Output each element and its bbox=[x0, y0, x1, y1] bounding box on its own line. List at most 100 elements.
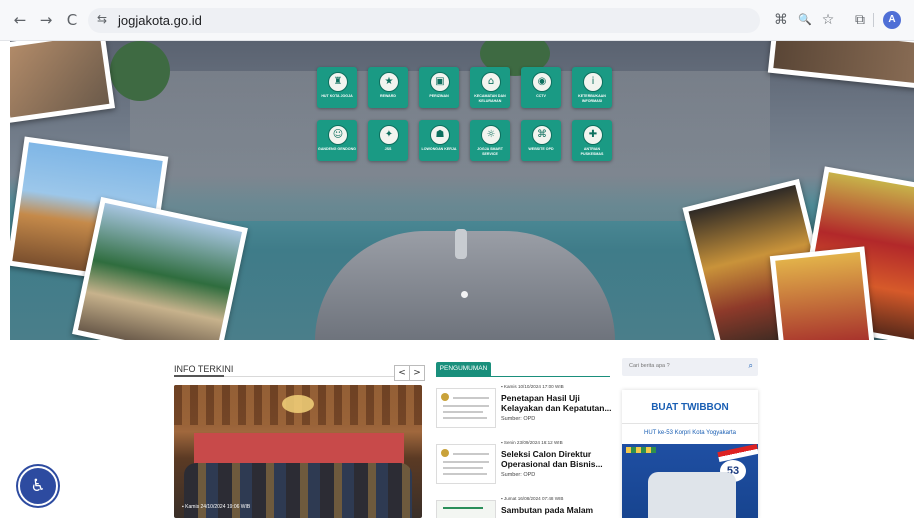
fountain-spout bbox=[455, 229, 467, 259]
announcement-date-text: Jumat 16/08/2024 07:48 WIB bbox=[503, 496, 564, 501]
app-tile-jss[interactable]: ✦ JSS bbox=[368, 120, 408, 161]
announcement-title[interactable]: Seleksi Calon Direktur Operasional dan B… bbox=[501, 449, 613, 469]
permit-icon: ▣ bbox=[430, 72, 450, 92]
search-input[interactable]: Cari berita apa ? bbox=[629, 363, 670, 369]
photo-placeholder bbox=[648, 472, 736, 518]
app-tile-label: KETERBUKAAN INFORMASI bbox=[578, 94, 606, 103]
app-grid: ♜ HUT KOTA JOGJA ★ REWARD ▣ PERIZINAN ⌂ KECA… bbox=[317, 67, 617, 167]
info-icon: i bbox=[583, 72, 603, 92]
twibbon-subtitle: HUT ke-53 Korpri Kota Yogyakarta bbox=[644, 430, 736, 436]
district-icon: ⌂ bbox=[481, 72, 501, 92]
collage-photo bbox=[767, 41, 914, 90]
news-feature-image[interactable]: ▪ Kamis 24/10/2024 19:06 WIB bbox=[174, 385, 422, 518]
photo-banner bbox=[194, 433, 404, 467]
search-icon[interactable]: ⌕ bbox=[749, 361, 753, 371]
thumb-line bbox=[443, 461, 489, 463]
announcement-thumbnail bbox=[436, 500, 496, 518]
tab-underline bbox=[436, 376, 610, 377]
announcement-item[interactable]: ▪ Jumat 16/08/2024 07:48 WIB Sambutan pa… bbox=[436, 496, 611, 518]
twibbon-divider bbox=[622, 423, 758, 424]
app-tile-perizinan[interactable]: ▣ PERIZINAN bbox=[419, 67, 459, 108]
browser-toolbar: ← → C ⇆ jogjakota.go.id ⌘ 🔍 ☆ ⧉ A bbox=[0, 0, 914, 41]
accessibility-button[interactable]: ♿ bbox=[18, 466, 58, 506]
reload-icon[interactable]: C bbox=[61, 9, 83, 31]
forward-icon[interactable]: → bbox=[35, 9, 57, 31]
news-date: ▪ Kamis 24/10/2024 19:06 WIB bbox=[182, 504, 250, 510]
extensions-icon[interactable]: ⧉ bbox=[849, 9, 871, 31]
announcement-date-text: Senin 23/09/2024 16:12 WIB bbox=[503, 440, 563, 445]
app-tile-gandeng-gendong[interactable]: ☺ GANDENG GENDONG bbox=[317, 120, 357, 161]
tab-pengumuman[interactable]: PENGUMUMAN bbox=[436, 362, 491, 376]
app-tile-label: GANDENG GENDONG bbox=[318, 147, 356, 151]
app-tile-lowongan-kerja[interactable]: ☗ LOWONGAN KERJA bbox=[419, 120, 459, 161]
app-tile-label: LOWONGAN KERJA bbox=[421, 147, 457, 151]
app-tile-keterbukaan-informasi[interactable]: i KETERBUKAAN INFORMASI bbox=[572, 67, 612, 108]
carousel-prev-button[interactable]: < bbox=[394, 365, 410, 381]
thumb-line bbox=[443, 507, 483, 509]
announcement-source: Sumber: OPD bbox=[501, 472, 536, 478]
announcement-item[interactable]: ▪ Senin 23/09/2024 16:12 WIB Seleksi Cal… bbox=[436, 440, 611, 492]
app-tile-hut-kota-jogja[interactable]: ♜ HUT KOTA JOGJA bbox=[317, 67, 357, 108]
announcement-date-text: Kamis 10/10/2024 17:00 WIB bbox=[503, 384, 564, 389]
app-tile-label: CCTV bbox=[536, 94, 546, 98]
profile-avatar[interactable]: A bbox=[883, 11, 901, 29]
collage-photo bbox=[769, 246, 876, 340]
crest-icon: ♜ bbox=[328, 72, 348, 92]
app-tile-label: KECAMATAN DAN KELURAHAN bbox=[474, 94, 506, 103]
app-tile-cctv[interactable]: ◉ CCTV bbox=[521, 67, 561, 108]
app-tile-label: JOGJA SMART SERVICE bbox=[477, 147, 503, 156]
cctv-icon: ◉ bbox=[532, 72, 552, 92]
announcement-thumbnail bbox=[436, 444, 496, 484]
thumb-line bbox=[443, 417, 487, 419]
announcement-thumbnail bbox=[436, 388, 496, 428]
app-tile-antrian-puskesmas[interactable]: ✚ ANTRIAN PUSKESMAS bbox=[572, 120, 612, 161]
announcement-date: ▪ Senin 23/09/2024 16:12 WIB bbox=[501, 440, 563, 445]
heading-underline-accent bbox=[174, 375, 224, 377]
tree bbox=[110, 41, 170, 101]
website-icon: ⌘ bbox=[532, 125, 552, 145]
clinic-queue-icon: ✚ bbox=[583, 125, 603, 145]
smart-service-icon: ☼ bbox=[481, 125, 501, 145]
info-terkini-heading: INFO TERKINI bbox=[174, 364, 234, 374]
seal-icon bbox=[441, 393, 449, 401]
app-tile-label: JSS bbox=[384, 147, 392, 151]
hero-banner: ♜ HUT KOTA JOGJA ★ REWARD ▣ PERIZINAN ⌂ KECA… bbox=[10, 41, 914, 340]
thumb-line bbox=[453, 453, 489, 455]
twibbon-card[interactable]: BUAT TWIBBON HUT ke-53 Korpri Kota Yogya… bbox=[622, 390, 758, 518]
zoom-icon[interactable]: 🔍 bbox=[794, 9, 816, 31]
flag-ribbon bbox=[717, 444, 758, 463]
carousel-next-button[interactable]: > bbox=[409, 365, 425, 381]
reward-icon: ★ bbox=[379, 72, 399, 92]
app-tile-kecamatan-kelurahan[interactable]: ⌂ KECAMATAN DAN KELURAHAN bbox=[470, 67, 510, 108]
thumb-line bbox=[443, 473, 487, 475]
seal-icon bbox=[441, 449, 449, 457]
thumb-line bbox=[443, 411, 483, 413]
site-settings-icon[interactable]: ⇆ bbox=[97, 12, 107, 26]
app-tile-reward[interactable]: ★ REWARD bbox=[368, 67, 408, 108]
back-icon[interactable]: ← bbox=[9, 9, 31, 31]
news-search[interactable]: Cari berita apa ? ⌕ bbox=[622, 358, 758, 376]
app-tile-label: REWARD bbox=[380, 94, 396, 98]
app-tile-label: PERIZINAN bbox=[429, 94, 449, 98]
app-tile-label: WEBSITE OPD bbox=[528, 147, 554, 151]
twibbon-title[interactable]: BUAT TWIBBON bbox=[622, 402, 758, 413]
twibbon-frame-image: 53 bbox=[622, 444, 758, 518]
bookmark-star-icon[interactable]: ☆ bbox=[817, 9, 839, 31]
address-bar[interactable]: ⇆ jogjakota.go.id bbox=[88, 8, 760, 33]
toolbar-separator bbox=[873, 13, 874, 27]
address-url[interactable]: jogjakota.go.id bbox=[118, 13, 202, 28]
announcement-title[interactable]: Sambutan pada Malam bbox=[501, 505, 611, 515]
app-tile-label: HUT KOTA JOGJA bbox=[321, 94, 353, 98]
news-date-text: Kamis 24/10/2024 19:06 WIB bbox=[185, 504, 251, 510]
announcement-title[interactable]: Penetapan Hasil Uji Kelayakan dan Kepatu… bbox=[501, 393, 613, 413]
translate-icon[interactable]: ⌘ bbox=[770, 9, 792, 31]
accessibility-icon: ♿ bbox=[30, 476, 46, 496]
logo-strip bbox=[626, 447, 656, 453]
app-tile-website-opd[interactable]: ⌘ WEBSITE OPD bbox=[521, 120, 561, 161]
gandeng-icon: ☺ bbox=[328, 125, 348, 145]
jss-icon: ✦ bbox=[379, 125, 399, 145]
announcement-item[interactable]: ▪ Kamis 10/10/2024 17:00 WIB Penetapan H… bbox=[436, 384, 613, 436]
app-tile-jogja-smart-service[interactable]: ☼ JOGJA SMART SERVICE bbox=[470, 120, 510, 161]
carousel-dot[interactable] bbox=[461, 291, 468, 298]
thumb-line bbox=[443, 467, 483, 469]
